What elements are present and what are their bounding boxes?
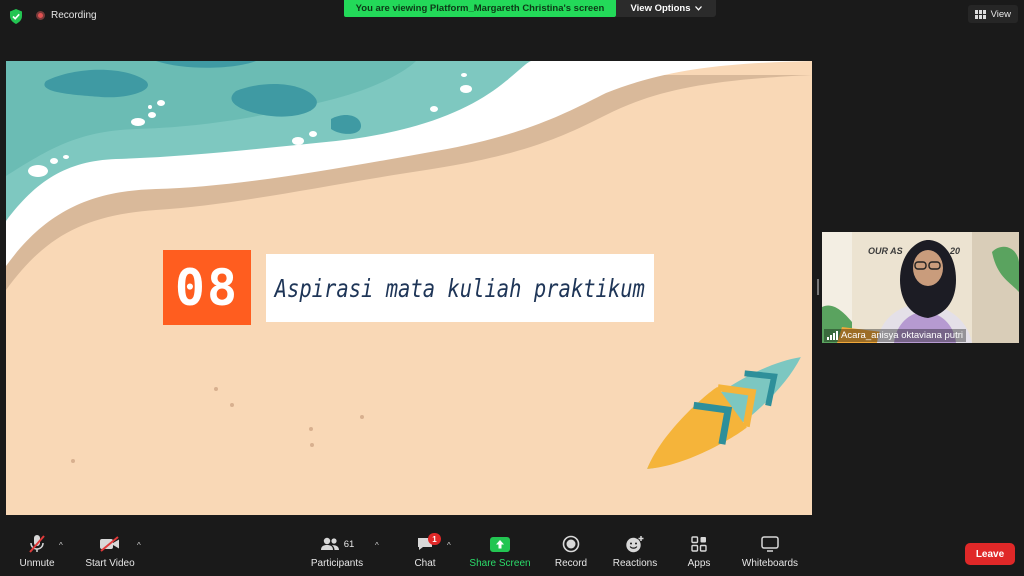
- section-number: 08: [174, 258, 240, 317]
- participants-options-caret[interactable]: ^: [375, 541, 379, 550]
- background-event-year: 20: [950, 246, 961, 256]
- top-bar: Recording You are viewing Platform_Marga…: [0, 0, 1024, 32]
- participants-label: Participants: [310, 558, 364, 569]
- participants-icon: [320, 537, 339, 550]
- record-label: Record: [554, 558, 588, 569]
- participant-video-thumbnail[interactable]: OUR AS 20 Acara_anisya oktaviana putri: [822, 232, 1019, 343]
- participants-button[interactable]: 61 Participants: [308, 530, 366, 576]
- whiteboard-icon: [761, 536, 779, 552]
- view-button[interactable]: View: [967, 5, 1018, 23]
- audio-options-caret[interactable]: ^: [59, 541, 63, 550]
- chat-label: Chat: [414, 558, 436, 569]
- meeting-toolbar: Unmute ^ Start Video ^ 61 Participants ^…: [0, 530, 1024, 576]
- reactions-icon: [626, 536, 644, 553]
- zoom-meeting-window: Recording You are viewing Platform_Marga…: [0, 0, 1024, 576]
- reactions-label: Reactions: [612, 558, 658, 569]
- reactions-button[interactable]: Reactions: [612, 530, 658, 576]
- chat-button[interactable]: 1 Chat: [408, 530, 442, 576]
- view-options-label: View Options: [630, 3, 691, 14]
- view-options-button[interactable]: View Options: [616, 0, 716, 17]
- record-dot-icon: [36, 11, 45, 20]
- share-screen-icon: [490, 536, 510, 552]
- section-number-box: 08: [163, 250, 251, 325]
- shared-screen-slide: 08 Aspirasi mata kuliah praktikum: [6, 61, 812, 515]
- recording-label: Recording: [51, 10, 97, 21]
- start-video-button[interactable]: Start Video: [82, 530, 138, 576]
- grid-view-icon: [974, 9, 986, 19]
- participants-count: 61: [343, 538, 355, 550]
- record-button[interactable]: Record: [552, 530, 590, 576]
- record-icon: [562, 535, 580, 553]
- unmute-button[interactable]: Unmute: [14, 530, 60, 576]
- unmute-label: Unmute: [19, 558, 55, 569]
- recording-indicator[interactable]: Recording: [36, 10, 97, 21]
- participant-name-label: Acara_anisya oktaviana putri: [824, 329, 966, 342]
- video-muted-icon: [100, 536, 119, 552]
- start-video-label: Start Video: [85, 558, 135, 569]
- leave-button[interactable]: Leave: [965, 543, 1015, 565]
- background-event-text: OUR AS: [868, 246, 903, 256]
- viewing-banner: You are viewing Platform_Margareth Chris…: [344, 0, 616, 17]
- whiteboards-label: Whiteboards: [741, 558, 799, 569]
- shield-icon[interactable]: [9, 9, 23, 24]
- slide-title-box: Aspirasi mata kuliah praktikum: [266, 254, 654, 322]
- chevron-down-icon: [694, 6, 702, 11]
- view-label: View: [990, 8, 1011, 20]
- signal-bars-icon: [827, 331, 838, 340]
- slide-title: Aspirasi mata kuliah praktikum: [274, 273, 646, 303]
- chat-unread-badge: 1: [428, 533, 441, 545]
- microphone-muted-icon: [29, 535, 45, 553]
- apps-label: Apps: [687, 558, 711, 569]
- whiteboards-button[interactable]: Whiteboards: [738, 530, 802, 576]
- participant-video-frame: [822, 232, 1019, 343]
- participant-name: Acara_anisya oktaviana putri: [841, 330, 963, 341]
- share-screen-button[interactable]: Share Screen: [469, 530, 531, 576]
- panel-resize-handle[interactable]: [817, 279, 819, 295]
- video-options-caret[interactable]: ^: [137, 541, 141, 550]
- apps-icon: [691, 536, 707, 552]
- share-screen-label: Share Screen: [469, 558, 531, 569]
- apps-button[interactable]: Apps: [684, 530, 714, 576]
- chat-options-caret[interactable]: ^: [447, 541, 451, 550]
